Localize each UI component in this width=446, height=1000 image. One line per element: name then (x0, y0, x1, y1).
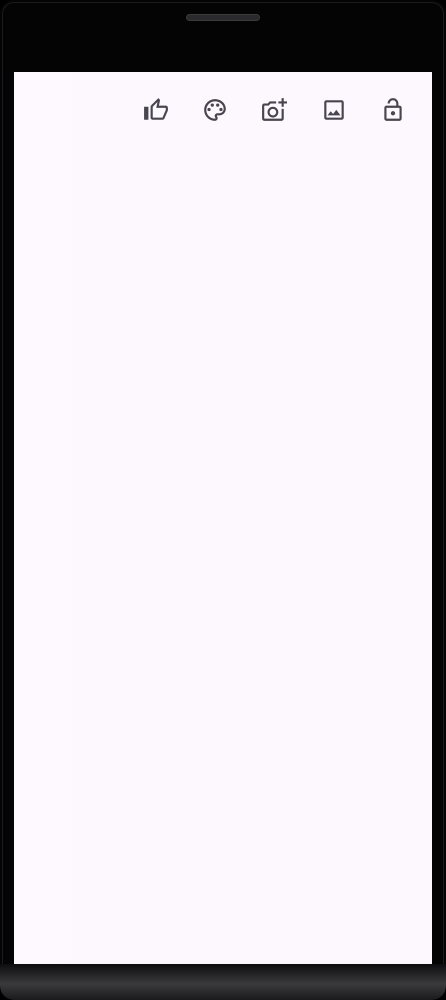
device-frame (0, 0, 446, 1000)
app-screen (14, 72, 432, 964)
thumb-up-icon (144, 98, 168, 120)
lock-open-icon (384, 98, 402, 121)
like-button[interactable] (141, 95, 171, 125)
add-photo-icon (262, 98, 287, 121)
device-bottom-bezel (0, 964, 446, 1000)
theme-button[interactable] (200, 95, 230, 125)
palette-icon (204, 99, 226, 121)
add-photo-button[interactable] (259, 95, 289, 125)
top-action-bar (14, 72, 432, 148)
image-button[interactable] (319, 95, 349, 125)
image-icon (324, 100, 344, 120)
lock-button[interactable] (378, 95, 408, 125)
earpiece-speaker (186, 14, 260, 21)
